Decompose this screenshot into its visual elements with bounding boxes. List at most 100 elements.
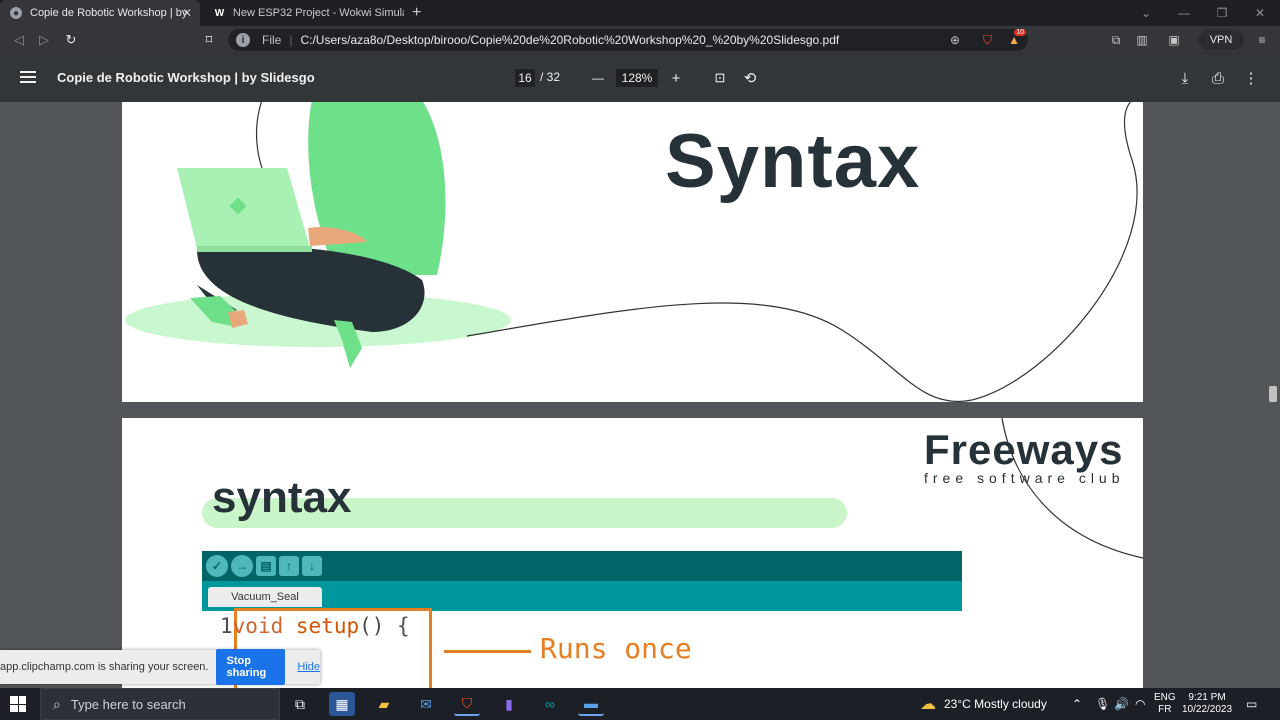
sidebar-icon[interactable]: ▥ <box>1134 32 1150 48</box>
line-number: 1 <box>220 614 233 638</box>
pdf-page-17: Freeways free software club syntax ✓ → ▤… <box>122 418 1143 688</box>
cloudy-icon: ☁ <box>920 696 936 713</box>
microphone-icon[interactable]: 🎙 <box>1095 688 1110 720</box>
code-line: 1void setup() { <box>220 614 410 638</box>
open-icon: ↑ <box>279 556 299 576</box>
pdf-viewport[interactable]: Syntax Freeways free software club synta… <box>0 102 1280 688</box>
scheme-label: File <box>262 33 282 47</box>
file-explorer-icon[interactable]: ▰ <box>371 692 397 716</box>
logo-subtitle: free software club <box>924 470 1125 486</box>
wallet-icon[interactable]: ▣ <box>1166 32 1182 48</box>
rotate-icon[interactable]: ⟲ <box>741 69 759 87</box>
bookmark-icon[interactable]: ⌑ <box>200 31 218 49</box>
zoom-out-button[interactable]: — <box>589 69 607 87</box>
share-message: app.clipchamp.com is sharing your screen… <box>0 661 209 673</box>
extensions-icon[interactable]: ⧉ <box>1108 32 1124 48</box>
scrollbar[interactable] <box>1266 102 1280 688</box>
zoom-icon[interactable]: ⊕ <box>950 33 960 47</box>
zoom-in-button[interactable]: + <box>667 69 685 87</box>
windows-taskbar: ⌕ Type here to search ⧉ ▦ ▰ ✉ ⛉ ▮ ∞ ▬ ☁ … <box>0 688 1280 720</box>
taskbar-search-input[interactable]: ⌕ Type here to search <box>40 688 280 720</box>
minimize-button[interactable]: — <box>1164 0 1204 26</box>
weather-widget[interactable]: ☁ 23°C Mostly cloudy <box>920 688 1047 720</box>
brave-shield-icon[interactable]: ⛉ <box>983 33 992 48</box>
new-icon: ▤ <box>256 556 276 576</box>
vpn-label: VPN <box>1209 34 1233 46</box>
windows-start-icon[interactable] <box>10 696 26 712</box>
weather-text: 23°C Mostly cloudy <box>944 697 1047 711</box>
close-tab-icon[interactable]: ✕ <box>182 6 192 20</box>
freeways-logo: Freeways free software club <box>924 426 1125 486</box>
tray-chevron-icon[interactable]: ⌃ <box>1072 688 1082 720</box>
pdf-app-icon[interactable]: ▬ <box>578 692 604 716</box>
slide-heading: Syntax <box>665 119 921 204</box>
rewards-badge: 10 <box>1014 29 1026 36</box>
wokwi-icon: W <box>214 7 225 19</box>
vpn-button[interactable]: VPN <box>1198 30 1244 50</box>
wifi-icon[interactable]: ◠ <box>1135 688 1145 720</box>
sketch-tab: Vacuum_Seal <box>208 587 322 607</box>
pdf-toolbar: Copie de Robotic Workshop | by Slidesgo … <box>0 54 1280 102</box>
pdf-page-16: Syntax <box>122 102 1143 402</box>
reload-button[interactable]: ↻ <box>62 31 80 49</box>
time: 9:21 PM <box>1188 692 1226 703</box>
new-tab-button[interactable]: + <box>412 0 430 26</box>
menu-icon[interactable]: ≡ <box>1254 32 1270 48</box>
page-total: / 32 <box>540 70 561 84</box>
tab-strip: ● Copie de Robotic Workshop | by ✕ W New… <box>0 0 1280 26</box>
verify-icon: ✓ <box>206 555 228 577</box>
menu-icon[interactable] <box>20 71 36 85</box>
mail-icon[interactable]: ✉ <box>413 692 439 716</box>
tab-title: Copie de Robotic Workshop | by <box>30 7 188 19</box>
search-placeholder: Type here to search <box>70 696 186 712</box>
tab-pdf[interactable]: ● Copie de Robotic Workshop | by ✕ <box>0 0 200 26</box>
screen-share-banner: app.clipchamp.com is sharing your screen… <box>0 649 320 685</box>
stop-sharing-button[interactable]: Stop sharing <box>216 649 286 685</box>
scrollbar-thumb[interactable] <box>1269 386 1277 402</box>
search-icon: ⌕ <box>53 695 61 712</box>
restore-button[interactable]: ❐ <box>1202 0 1242 26</box>
back-button[interactable]: ◁ <box>10 31 28 49</box>
save-icon: ↓ <box>302 556 322 576</box>
date: 10/22/2023 <box>1182 704 1233 715</box>
volume-icon[interactable]: 🔊 <box>1114 688 1129 720</box>
download-icon[interactable]: ⤓ <box>1176 69 1194 87</box>
lang-bottom: FR <box>1158 704 1172 715</box>
close-window-button[interactable]: ✕ <box>1240 0 1280 26</box>
slide-illustration <box>125 102 1138 402</box>
notifications-icon[interactable]: ▭ <box>1246 688 1257 720</box>
clipchamp-icon[interactable]: ▮ <box>496 692 522 716</box>
info-icon[interactable]: i <box>236 33 250 47</box>
upload-icon: → <box>231 555 253 577</box>
forward-button[interactable]: ▷ <box>35 31 53 49</box>
tab-wokwi[interactable]: W New ESP32 Project - Wokwi Simulator <box>204 0 404 26</box>
globe-icon: ● <box>10 7 22 19</box>
code-function: setup <box>295 614 360 638</box>
divider: | <box>289 33 293 47</box>
language-indicator[interactable]: ENG FR <box>1154 688 1176 720</box>
annotation-text: Runs once <box>540 632 692 665</box>
page-number-input[interactable]: 16 <box>515 69 535 87</box>
address-field[interactable]: i File | C:/Users/aza8o/Desktop/birooo/C… <box>228 29 1028 51</box>
zoom-input[interactable]: 128% <box>616 69 658 87</box>
print-icon[interactable]: ⎙ <box>1209 69 1227 87</box>
brave-browser-icon[interactable]: ⛉ <box>454 692 480 716</box>
logo-word: Freeways <box>924 426 1124 473</box>
code-keyword: void <box>232 614 284 638</box>
annotation-line <box>444 650 531 653</box>
slide-heading: syntax <box>212 473 352 522</box>
task-view-icon[interactable]: ⧉ <box>287 692 313 716</box>
arduino-ide-screenshot: ✓ → ▤ ↑ ↓ Vacuum_Seal <box>202 551 962 611</box>
document-title: Copie de Robotic Workshop | by Slidesgo <box>57 70 315 85</box>
fit-page-icon[interactable]: ⊡ <box>711 69 729 87</box>
store-icon[interactable]: ▦ <box>329 692 355 716</box>
code-rest: () { <box>359 614 410 638</box>
lang-top: ENG <box>1154 692 1176 703</box>
hide-link[interactable]: Hide <box>297 661 320 673</box>
more-options-icon[interactable]: ⋮ <box>1242 69 1260 87</box>
clock[interactable]: 9:21 PM 10/22/2023 <box>1182 688 1232 720</box>
tab-search-icon[interactable]: ⌄ <box>1126 0 1166 26</box>
arduino-icon[interactable]: ∞ <box>537 692 563 716</box>
url-text: C:/Users/aza8o/Desktop/birooo/Copie%20de… <box>300 33 840 47</box>
tab-title: New ESP32 Project - Wokwi Simulator <box>232 7 404 19</box>
